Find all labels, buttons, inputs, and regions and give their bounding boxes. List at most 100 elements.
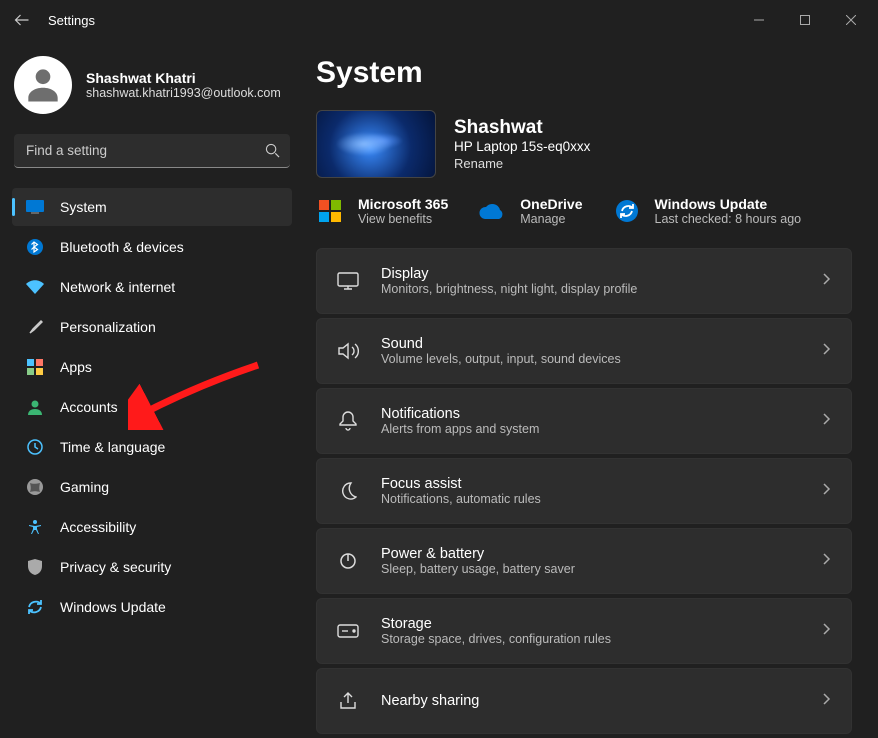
device-name: Shashwat (454, 117, 590, 139)
sidebar-item-label: Windows Update (60, 599, 166, 615)
sidebar-item-windows-update[interactable]: Windows Update (12, 588, 292, 626)
shield-icon (26, 558, 44, 576)
search-field[interactable] (14, 134, 290, 168)
card-notifications[interactable]: NotificationsAlerts from apps and system (316, 388, 852, 454)
card-title: Power & battery (381, 546, 801, 562)
xbox-icon (26, 478, 44, 496)
clock-icon (26, 438, 44, 456)
chevron-right-icon (823, 412, 831, 430)
maximize-button[interactable] (782, 4, 828, 36)
profile-block[interactable]: Shashwat Khatri shashwat.khatri1993@outl… (14, 56, 292, 114)
tile-microsoft-365[interactable]: Microsoft 365View benefits (316, 196, 448, 226)
device-hero: Shashwat HP Laptop 15s-eq0xxx Rename (316, 110, 852, 178)
card-title: Nearby sharing (381, 693, 801, 709)
bell-icon (337, 410, 359, 432)
wallpaper-thumbnail (316, 110, 436, 178)
card-title: Focus assist (381, 476, 801, 492)
sidebar: Shashwat Khatri shashwat.khatri1993@outl… (0, 40, 304, 738)
person-icon (26, 398, 44, 416)
profile-name: Shashwat Khatri (86, 70, 281, 86)
wifi-icon (26, 278, 44, 296)
sidebar-item-label: Privacy & security (60, 559, 171, 575)
sidebar-item-apps[interactable]: Apps (12, 348, 292, 386)
card-storage[interactable]: StorageStorage space, drives, configurat… (316, 598, 852, 664)
share-icon (337, 690, 359, 712)
sync-icon (26, 598, 44, 616)
sidebar-item-label: Apps (60, 359, 92, 375)
chevron-right-icon (823, 692, 831, 710)
sidebar-item-system[interactable]: System (12, 188, 292, 226)
card-focus-assist[interactable]: Focus assistNotifications, automatic rul… (316, 458, 852, 524)
card-power-battery[interactable]: Power & batterySleep, battery usage, bat… (316, 528, 852, 594)
card-nearby-sharing[interactable]: Nearby sharing (316, 668, 852, 734)
tile-onedrive[interactable]: OneDriveManage (478, 196, 582, 226)
sidebar-item-label: Personalization (60, 319, 156, 335)
status-tiles: Microsoft 365View benefits OneDriveManag… (316, 196, 852, 226)
sidebar-item-label: Bluetooth & devices (60, 239, 184, 255)
sidebar-item-bluetooth[interactable]: Bluetooth & devices (12, 228, 292, 266)
chevron-right-icon (823, 482, 831, 500)
display-icon (337, 270, 359, 292)
tile-title: Microsoft 365 (358, 196, 448, 212)
chevron-right-icon (823, 342, 831, 360)
m365-icon (316, 197, 344, 225)
card-title: Storage (381, 616, 801, 632)
sidebar-item-label: Accounts (60, 399, 118, 415)
sidebar-item-label: Network & internet (60, 279, 175, 295)
avatar (14, 56, 72, 114)
titlebar: Settings (0, 0, 878, 40)
tile-sub: View benefits (358, 212, 448, 226)
card-desc: Monitors, brightness, night light, displ… (381, 282, 801, 296)
chevron-right-icon (823, 552, 831, 570)
card-display[interactable]: DisplayMonitors, brightness, night light… (316, 248, 852, 314)
chevron-right-icon (823, 272, 831, 290)
sidebar-item-label: Accessibility (60, 519, 136, 535)
nav: System Bluetooth & devices Network & int… (12, 188, 292, 626)
search-icon (265, 143, 280, 163)
sidebar-item-accessibility[interactable]: Accessibility (12, 508, 292, 546)
minimize-button[interactable] (736, 4, 782, 36)
sidebar-item-label: Gaming (60, 479, 109, 495)
tile-windows-update[interactable]: Windows UpdateLast checked: 8 hours ago (613, 196, 802, 226)
card-sound[interactable]: SoundVolume levels, output, input, sound… (316, 318, 852, 384)
cloud-icon (478, 197, 506, 225)
tile-sub: Manage (520, 212, 582, 226)
sidebar-item-privacy[interactable]: Privacy & security (12, 548, 292, 586)
settings-list: DisplayMonitors, brightness, night light… (316, 248, 852, 734)
card-title: Notifications (381, 406, 801, 422)
title: Settings (48, 13, 95, 28)
page-title: System (316, 56, 852, 90)
chevron-right-icon (823, 622, 831, 640)
sidebar-item-network[interactable]: Network & internet (12, 268, 292, 306)
profile-email: shashwat.khatri1993@outlook.com (86, 86, 281, 100)
apps-icon (26, 358, 44, 376)
moon-icon (337, 480, 359, 502)
card-desc: Alerts from apps and system (381, 422, 801, 436)
drive-icon (337, 620, 359, 642)
card-title: Sound (381, 336, 801, 352)
brush-icon (26, 318, 44, 336)
tile-title: OneDrive (520, 196, 582, 212)
accessibility-icon (26, 518, 44, 536)
sync-icon (613, 197, 641, 225)
tile-sub: Last checked: 8 hours ago (655, 212, 802, 226)
sidebar-item-gaming[interactable]: Gaming (12, 468, 292, 506)
sidebar-item-personalization[interactable]: Personalization (12, 308, 292, 346)
back-button[interactable] (4, 2, 40, 38)
main-panel: System Shashwat HP Laptop 15s-eq0xxx Ren… (304, 40, 878, 738)
search-input[interactable] (14, 134, 290, 168)
sidebar-item-time-language[interactable]: Time & language (12, 428, 292, 466)
rename-link[interactable]: Rename (454, 156, 590, 171)
card-desc: Storage space, drives, configuration rul… (381, 632, 801, 646)
tile-title: Windows Update (655, 196, 802, 212)
sidebar-item-accounts[interactable]: Accounts (12, 388, 292, 426)
device-model: HP Laptop 15s-eq0xxx (454, 139, 590, 154)
card-desc: Notifications, automatic rules (381, 492, 801, 506)
sidebar-item-label: Time & language (60, 439, 165, 455)
bluetooth-icon (26, 238, 44, 256)
close-button[interactable] (828, 4, 874, 36)
sidebar-item-label: System (60, 199, 107, 215)
card-desc: Sleep, battery usage, battery saver (381, 562, 801, 576)
card-title: Display (381, 266, 801, 282)
card-desc: Volume levels, output, input, sound devi… (381, 352, 801, 366)
